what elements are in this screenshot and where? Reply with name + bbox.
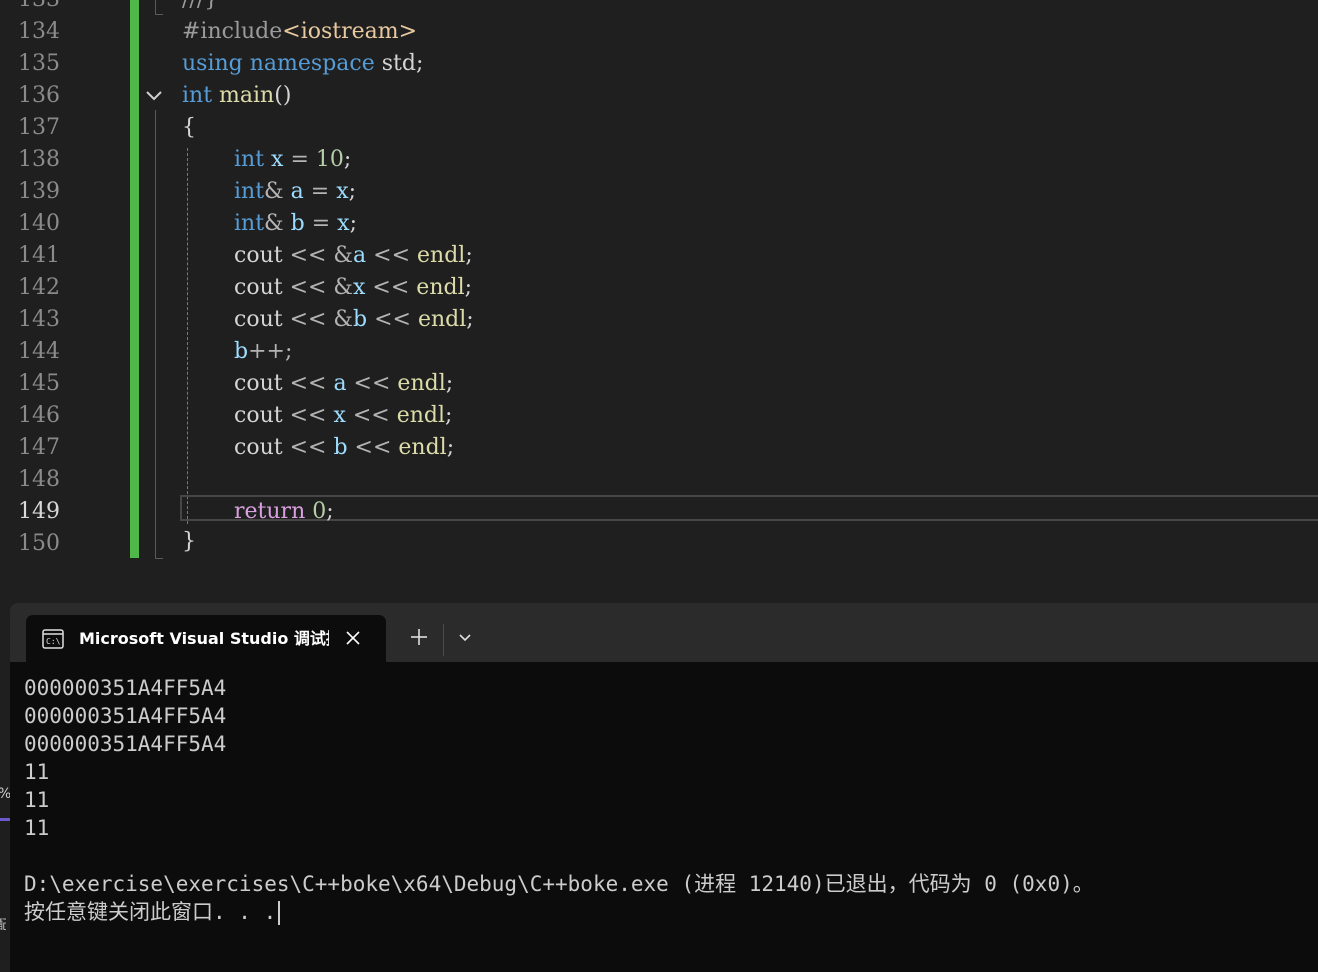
console-line: 11: [24, 816, 50, 840]
line-number: 142: [18, 275, 60, 300]
tab-separator: [443, 624, 444, 656]
line-number: 150: [18, 531, 60, 556]
scope-guide-end: [155, 14, 163, 15]
code-line: using namespace std;: [182, 51, 424, 76]
console-line: 000000351A4FF5A4: [24, 732, 227, 756]
console-prompt-line: 按任意键关闭此窗口. . .: [24, 898, 281, 926]
tab-title: Microsoft Visual Studio 调试控: [79, 629, 329, 648]
line-number: 146: [18, 403, 60, 428]
code-line: cout << b << endl;: [234, 435, 455, 460]
current-line-highlight: [180, 495, 1318, 521]
background-window-accent: [0, 818, 10, 821]
line-number: 136: [18, 83, 60, 108]
line-number-gutter: 133 134 135 136 137 138 139 140 141 142 …: [0, 0, 130, 600]
console-output[interactable]: 000000351A4FF5A4 000000351A4FF5A4 000000…: [10, 662, 1318, 972]
console-tab[interactable]: C:\ Microsoft Visual Studio 调试控: [26, 615, 386, 662]
line-number: 140: [18, 211, 60, 236]
code-line: int& a = x;: [234, 179, 357, 204]
line-number: 147: [18, 435, 60, 460]
code-line: b++;: [234, 339, 293, 364]
code-line: }: [182, 529, 196, 554]
code-line: cout << &a << endl;: [234, 243, 473, 268]
line-number: 134: [18, 19, 60, 44]
code-line: ///}: [182, 0, 218, 16]
change-tracking-bar: [130, 0, 139, 558]
console-line: 按任意键关闭此窗口. . .: [24, 900, 277, 924]
code-line: {: [182, 115, 196, 140]
line-number: 137: [18, 115, 60, 140]
debug-console-window[interactable]: C:\ Microsoft Visual Studio 调试控 00000035…: [10, 603, 1318, 972]
code-line: int& b = x;: [234, 211, 357, 236]
code-line: cout << &x << endl;: [234, 275, 473, 300]
line-number: 135: [18, 51, 60, 76]
scope-guide-end: [155, 558, 163, 559]
code-line: cout << a << endl;: [234, 371, 454, 396]
console-line: 11: [24, 788, 50, 812]
line-number: 139: [18, 179, 60, 204]
code-line: cout << x << endl;: [234, 403, 453, 428]
console-icon: C:\: [42, 629, 64, 649]
line-number: 133: [18, 0, 78, 16]
console-line: D:\exercise\exercises\C++boke\x64\Debug\…: [24, 872, 1094, 896]
code-line: int main(): [182, 83, 292, 108]
code-line-current: return 0;: [234, 499, 334, 524]
console-line: 11: [24, 760, 50, 784]
code-line: int x = 10;: [234, 147, 352, 172]
line-number: 145: [18, 371, 60, 396]
scope-guide: [155, 0, 156, 14]
line-number: 144: [18, 339, 60, 364]
fold-chevron-icon[interactable]: [143, 84, 165, 106]
line-number-active: 149: [18, 499, 60, 524]
new-tab-plus-icon[interactable]: [408, 626, 430, 648]
chevron-down-icon[interactable]: [457, 631, 473, 645]
text-cursor: [278, 901, 281, 925]
line-number: 143: [18, 307, 60, 332]
line-number: 148: [18, 467, 60, 492]
indent-guide: [187, 148, 188, 524]
console-line: 000000351A4FF5A4: [24, 676, 227, 700]
line-number: 138: [18, 147, 60, 172]
code-editor[interactable]: 133 134 135 136 137 138 139 140 141 142 …: [0, 0, 1318, 600]
line-number: 141: [18, 243, 60, 268]
code-line: #include<iostream>: [182, 19, 418, 44]
background-window-edge: [0, 780, 10, 960]
background-window-text: 配: [0, 914, 6, 933]
code-line: cout << &b << endl;: [234, 307, 474, 332]
console-line: 000000351A4FF5A4: [24, 704, 227, 728]
close-icon[interactable]: [345, 630, 361, 646]
svg-text:C:\: C:\: [46, 637, 61, 646]
scope-guide: [155, 110, 156, 558]
